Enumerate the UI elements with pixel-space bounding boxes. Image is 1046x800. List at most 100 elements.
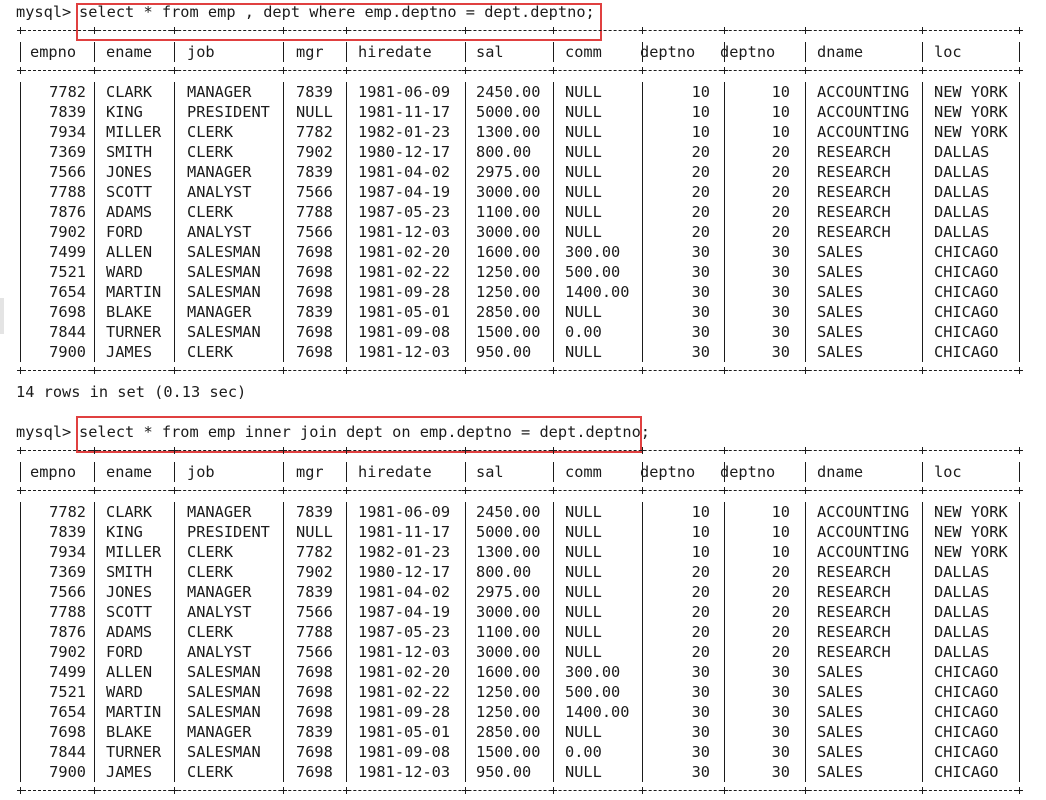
sql-command[interactable]: select * from emp , dept where emp.deptn… bbox=[79, 2, 595, 22]
table-cell-comm: NULL bbox=[565, 303, 602, 321]
table-cell-ename: ALLEN bbox=[106, 243, 153, 261]
table-cell-deptno2: 20 bbox=[771, 563, 790, 581]
table-cell-dname: RESEARCH bbox=[817, 623, 891, 641]
table-cell-comm: NULL bbox=[565, 143, 602, 161]
table-cell-comm: NULL bbox=[565, 343, 602, 361]
table-cell-sal: 2975.00 bbox=[476, 583, 541, 601]
table-cell-ename: MILLER bbox=[106, 543, 162, 561]
table-border bbox=[18, 450, 1022, 451]
column-header-job: job bbox=[187, 43, 215, 61]
table-cell-loc: DALLAS bbox=[934, 563, 990, 581]
table-corner bbox=[91, 447, 98, 454]
table-cell-loc: CHICAGO bbox=[934, 683, 999, 701]
table-cell-mgr: 7902 bbox=[296, 563, 333, 581]
table-corner bbox=[550, 367, 557, 374]
table-cell-loc: DALLAS bbox=[934, 623, 990, 641]
table-cell-hiredate: 1980-12-17 bbox=[358, 143, 451, 161]
column-header-ename: ename bbox=[106, 43, 153, 61]
table-corner bbox=[919, 447, 926, 454]
table-cell-hiredate: 1980-12-17 bbox=[358, 563, 451, 581]
column-divider bbox=[20, 462, 21, 482]
column-divider bbox=[20, 502, 21, 782]
table-cell-empno: 7839 bbox=[49, 523, 86, 541]
table-cell-mgr: 7698 bbox=[296, 663, 333, 681]
table-cell-mgr: 7698 bbox=[296, 243, 333, 261]
column-header-sal: sal bbox=[476, 43, 504, 61]
column-divider bbox=[922, 82, 923, 362]
table-corner bbox=[1016, 787, 1023, 794]
table-corner bbox=[721, 27, 728, 34]
table-cell-ename: CLARK bbox=[106, 83, 153, 101]
table-cell-loc: CHICAGO bbox=[934, 663, 999, 681]
table-cell-sal: 1250.00 bbox=[476, 683, 541, 701]
table-corner bbox=[550, 67, 557, 74]
table-cell-sal: 1100.00 bbox=[476, 623, 541, 641]
table-cell-comm: NULL bbox=[565, 203, 602, 221]
table-cell-loc: DALLAS bbox=[934, 163, 990, 181]
table-cell-sal: 2975.00 bbox=[476, 163, 541, 181]
table-cell-deptno: 30 bbox=[691, 723, 710, 741]
table-cell-mgr: 7839 bbox=[296, 503, 333, 521]
table-corner bbox=[802, 787, 809, 794]
table-corner bbox=[1016, 447, 1023, 454]
table-cell-mgr: 7566 bbox=[296, 603, 333, 621]
table-cell-sal: 3000.00 bbox=[476, 603, 541, 621]
table-cell-empno: 7876 bbox=[49, 203, 86, 221]
table-corner bbox=[462, 447, 469, 454]
table-cell-dname: SALES bbox=[817, 743, 864, 761]
table-corner bbox=[17, 447, 24, 454]
table-cell-hiredate: 1981-06-09 bbox=[358, 503, 451, 521]
table-cell-comm: NULL bbox=[565, 563, 602, 581]
table-cell-hiredate: 1981-05-01 bbox=[358, 303, 451, 321]
table-cell-deptno2: 20 bbox=[771, 223, 790, 241]
table-cell-dname: RESEARCH bbox=[817, 563, 891, 581]
table-corner bbox=[919, 787, 926, 794]
table-cell-dname: RESEARCH bbox=[817, 643, 891, 661]
table-cell-sal: 3000.00 bbox=[476, 223, 541, 241]
table-cell-deptno2: 10 bbox=[771, 103, 790, 121]
column-divider bbox=[553, 42, 554, 62]
table-cell-comm: NULL bbox=[565, 163, 602, 181]
table-cell-deptno2: 20 bbox=[771, 623, 790, 641]
table-cell-hiredate: 1981-02-22 bbox=[358, 683, 451, 701]
table-cell-dname: ACCOUNTING bbox=[817, 503, 910, 521]
table-cell-empno: 7782 bbox=[49, 503, 86, 521]
table-cell-deptno2: 10 bbox=[771, 523, 790, 541]
table-cell-hiredate: 1981-09-28 bbox=[358, 283, 451, 301]
table-cell-ename: JONES bbox=[106, 163, 153, 181]
table-cell-deptno: 30 bbox=[691, 243, 710, 261]
table-cell-deptno: 20 bbox=[691, 183, 710, 201]
table-cell-hiredate: 1981-11-17 bbox=[358, 523, 451, 541]
column-header-deptno: deptno bbox=[640, 43, 696, 61]
table-corner bbox=[550, 447, 557, 454]
table-cell-empno: 7369 bbox=[49, 563, 86, 581]
table-cell-empno: 7839 bbox=[49, 103, 86, 121]
table-border bbox=[18, 490, 1022, 491]
table-cell-sal: 2850.00 bbox=[476, 303, 541, 321]
column-header-dname: dname bbox=[817, 463, 864, 481]
column-header-loc: loc bbox=[934, 43, 962, 61]
table-cell-mgr: 7782 bbox=[296, 543, 333, 561]
table-corner bbox=[802, 67, 809, 74]
table-cell-comm: NULL bbox=[565, 643, 602, 661]
column-divider bbox=[346, 502, 347, 782]
table-cell-job: CLERK bbox=[187, 343, 234, 361]
table-cell-comm: 1400.00 bbox=[565, 703, 630, 721]
table-cell-empno: 7521 bbox=[49, 683, 86, 701]
table-border bbox=[18, 370, 1022, 371]
table-cell-sal: 2450.00 bbox=[476, 83, 541, 101]
column-divider bbox=[346, 462, 347, 482]
table-corner bbox=[639, 367, 646, 374]
table-cell-loc: CHICAGO bbox=[934, 723, 999, 741]
column-divider bbox=[1019, 462, 1020, 482]
table-cell-job: SALESMAN bbox=[187, 663, 261, 681]
table-corner bbox=[919, 367, 926, 374]
table-cell-loc: DALLAS bbox=[934, 583, 990, 601]
column-divider bbox=[465, 502, 466, 782]
table-cell-deptno: 30 bbox=[691, 683, 710, 701]
table-cell-ename: SMITH bbox=[106, 143, 153, 161]
sql-command[interactable]: select * from emp inner join dept on emp… bbox=[79, 422, 650, 442]
table-corner bbox=[802, 27, 809, 34]
table-cell-deptno: 10 bbox=[691, 103, 710, 121]
table-cell-loc: CHICAGO bbox=[934, 343, 999, 361]
